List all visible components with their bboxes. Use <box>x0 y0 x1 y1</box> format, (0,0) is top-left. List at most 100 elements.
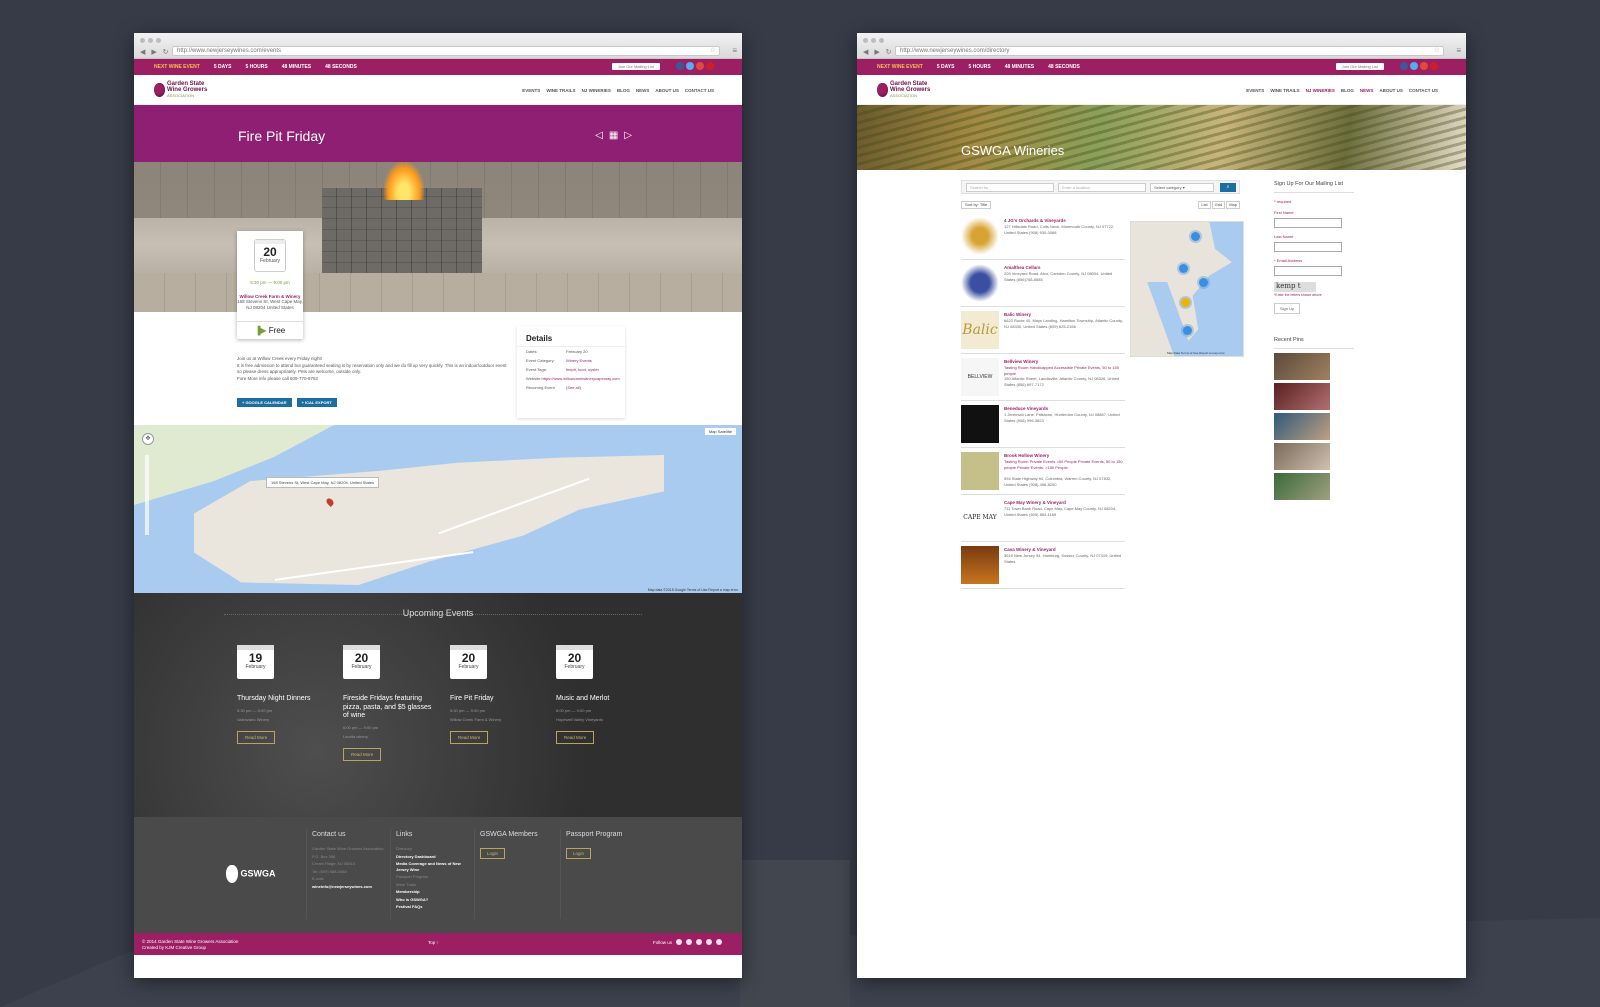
pin-thumbnail[interactable] <box>1274 443 1330 470</box>
winery-thumbnail[interactable]: Balic <box>961 311 999 349</box>
nav-wine-trails[interactable]: WINE TRAILS <box>1270 88 1299 93</box>
footer-link[interactable]: Directory Dashboard <box>396 854 462 860</box>
winery-thumbnail[interactable]: BELLVIEW <box>961 358 999 396</box>
read-more-button[interactable]: Read More <box>237 730 276 744</box>
map-type-control[interactable]: Map Satellite <box>704 428 736 435</box>
winery-name[interactable]: Cava Winery & Vineyard <box>1004 547 1056 552</box>
nav-about[interactable]: ABOUT US <box>655 88 679 93</box>
back-forward-reload-icons[interactable]: ◀ ▶ ↻ <box>140 48 171 56</box>
nav-about[interactable]: ABOUT US <box>1379 88 1403 93</box>
category-select[interactable]: Select category ▾ <box>1150 183 1214 192</box>
pin-thumbnail[interactable] <box>1274 413 1330 440</box>
grid-icon[interactable]: ▦ <box>609 130 624 141</box>
event-title[interactable]: Fire Pit Friday <box>450 695 540 704</box>
twitter-icon[interactable] <box>1410 62 1418 70</box>
winery-name[interactable]: Balic Winery <box>1004 312 1031 317</box>
map-cluster-icon[interactable] <box>1199 278 1208 287</box>
footer-link[interactable]: Festival FAQs <box>396 904 462 910</box>
winery-name[interactable]: Amalthea Cellars <box>1004 265 1041 270</box>
pinterest-icon[interactable] <box>706 62 714 70</box>
winery-thumbnail[interactable] <box>961 405 999 443</box>
footer-link[interactable]: Wine Trails <box>396 882 462 888</box>
window-controls[interactable] <box>863 38 884 43</box>
read-more-button[interactable]: Read More <box>343 747 382 761</box>
next-arrow-icon[interactable]: ▷ <box>624 130 638 141</box>
google-calendar-button[interactable]: + GOOGLE CALENDAR <box>237 398 292 407</box>
google-plus-icon[interactable] <box>1420 62 1428 70</box>
search-input[interactable]: Search for <box>966 183 1054 192</box>
mailing-list-button[interactable]: Join Our Mailing List <box>611 63 660 70</box>
site-logo[interactable]: Garden State Wine Growers ASSOCIATION <box>154 81 207 98</box>
search-button[interactable]: ⌕ <box>1220 183 1236 192</box>
winery-thumbnail[interactable] <box>961 452 999 490</box>
address-bar[interactable]: http://www.newjerseywines.com/directory <box>895 46 1444 56</box>
nav-wine-trails[interactable]: WINE TRAILS <box>546 88 575 93</box>
event-title[interactable]: Thursday Night Dinners <box>237 695 327 704</box>
tags-link[interactable]: firepit, food, oyster <box>566 366 599 373</box>
map-cluster-icon[interactable] <box>1183 326 1192 335</box>
email-field[interactable] <box>1274 266 1342 276</box>
pin-thumbnail[interactable] <box>1274 383 1330 410</box>
pinterest-icon[interactable] <box>696 939 702 945</box>
winery-name[interactable]: Brook Hollow Winery <box>1004 453 1049 458</box>
prev-arrow-icon[interactable]: ◁ <box>595 130 609 141</box>
winery-thumbnail[interactable] <box>961 217 999 255</box>
ical-export-button[interactable]: + ICAL EXPORT <box>296 398 337 407</box>
facebook-icon[interactable] <box>1400 62 1408 70</box>
footer-link[interactable]: Who is GSWGA? <box>396 897 462 903</box>
bookmark-star-icon[interactable]: ☆ <box>1434 46 1440 54</box>
nav-nj-wineries[interactable]: NJ WINERIES <box>582 88 611 93</box>
back-to-top-link[interactable]: Top ↑ <box>428 940 439 945</box>
winery-name[interactable]: Beneduce Vineyards <box>1004 406 1048 411</box>
site-logo[interactable]: Garden State Wine Growers ASSOCIATION <box>877 81 930 98</box>
pin-thumbnail[interactable] <box>1274 473 1330 500</box>
members-login-button[interactable]: Login <box>480 848 506 859</box>
directory-map[interactable]: Map Data Terms of Use Report a map error <box>1130 221 1244 357</box>
read-more-button[interactable]: Read More <box>450 730 489 744</box>
location-input[interactable]: Enter a location <box>1058 183 1146 192</box>
nav-contact[interactable]: CONTACT US <box>1409 88 1438 93</box>
nav-events[interactable]: EVENTS <box>522 88 540 93</box>
browser-menu-icon[interactable]: ≡ <box>1456 46 1461 55</box>
website-link[interactable]: https://www.willowcreekwinerycapemay.com <box>542 375 620 382</box>
nav-contact[interactable]: CONTACT US <box>685 88 714 93</box>
event-title[interactable]: Music and Merlot <box>556 695 646 704</box>
nav-blog[interactable]: BLOG <box>1341 88 1354 93</box>
footer-link[interactable]: Directory <box>396 846 462 852</box>
winery-name[interactable]: 4 JG's Orchards & Vineyards <box>1004 218 1066 223</box>
twitter-icon[interactable] <box>686 939 692 945</box>
map-cluster-icon[interactable] <box>1191 232 1200 241</box>
sign-up-button[interactable]: Sign Up <box>1274 303 1301 314</box>
winery-thumbnail[interactable]: CAPE MAY <box>961 499 999 537</box>
see-all-link[interactable]: (See all) <box>566 384 581 391</box>
winery-thumbnail[interactable] <box>961 546 999 584</box>
youtube-icon[interactable] <box>706 939 712 945</box>
window-controls[interactable] <box>140 38 161 43</box>
bookmark-star-icon[interactable]: ☆ <box>710 46 716 54</box>
event-map[interactable]: 168 Stevens St, West Cape May, NJ 08204,… <box>134 425 742 593</box>
footer-link[interactable]: Membership <box>396 889 462 895</box>
view-map[interactable]: Map <box>1226 201 1240 209</box>
read-more-button[interactable]: Read More <box>556 730 595 744</box>
footer-link[interactable]: Media Coverage and News of New Jersey Wi… <box>396 861 462 872</box>
nav-nj-wineries[interactable]: NJ WINERIES <box>1306 88 1335 93</box>
back-forward-reload-icons[interactable]: ◀ ▶ ↻ <box>863 48 894 56</box>
nav-blog[interactable]: BLOG <box>617 88 630 93</box>
map-pan-control[interactable]: ✥ <box>142 433 154 445</box>
email-link[interactable]: wineinfo@newjerseywines.com <box>312 884 384 890</box>
email-icon[interactable] <box>716 939 722 945</box>
facebook-icon[interactable] <box>676 939 682 945</box>
passport-login-button[interactable]: Login <box>566 848 592 859</box>
facebook-icon[interactable] <box>676 62 684 70</box>
winery-name[interactable]: Bellview Winery <box>1004 359 1038 364</box>
category-link[interactable]: Winery Events <box>566 357 592 364</box>
view-grid[interactable]: Grid <box>1211 201 1226 209</box>
browser-menu-icon[interactable]: ≡ <box>732 46 737 55</box>
pin-thumbnail[interactable] <box>1274 353 1330 380</box>
footer-link[interactable]: Passport Program <box>396 874 462 880</box>
last-name-field[interactable] <box>1274 242 1342 252</box>
nav-news[interactable]: NEWS <box>636 88 650 93</box>
view-list[interactable]: List <box>1198 201 1211 209</box>
map-zoom-slider[interactable] <box>145 455 149 535</box>
first-name-field[interactable] <box>1274 218 1342 228</box>
